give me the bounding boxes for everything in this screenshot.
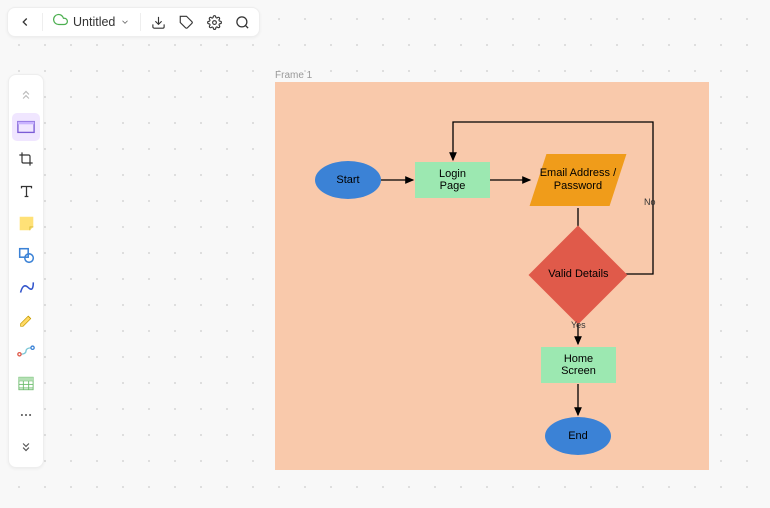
- node-valid-label: Valid Details: [548, 268, 608, 281]
- frame-tool[interactable]: [12, 113, 40, 141]
- tag-button[interactable]: [173, 10, 199, 34]
- flow-arrows: [275, 82, 709, 470]
- tool-panel: [8, 74, 44, 468]
- node-email-label: Email Address / Password: [538, 167, 618, 193]
- more-tools[interactable]: [12, 401, 40, 429]
- frame-label[interactable]: Frame 1: [275, 70, 312, 81]
- cloud-sync-icon: [53, 12, 68, 32]
- node-end[interactable]: End: [545, 417, 611, 455]
- node-end-label: End: [568, 430, 588, 442]
- node-start-label: Start: [336, 174, 359, 186]
- node-home-label: Home Screen: [553, 353, 604, 377]
- connector-tool[interactable]: [12, 337, 40, 365]
- curve-tool[interactable]: [12, 273, 40, 301]
- crop-tool[interactable]: [12, 145, 40, 173]
- node-valid-details[interactable]: Valid Details: [529, 226, 628, 325]
- download-button[interactable]: [145, 10, 171, 34]
- highlighter-tool[interactable]: [12, 305, 40, 333]
- search-button[interactable]: [229, 10, 255, 34]
- node-login-label: Login Page: [427, 168, 478, 192]
- text-tool[interactable]: [12, 177, 40, 205]
- node-start[interactable]: Start: [315, 161, 381, 199]
- table-tool[interactable]: [12, 369, 40, 397]
- shape-tool[interactable]: [12, 241, 40, 269]
- node-email-password[interactable]: Email Address / Password: [530, 154, 627, 206]
- collapse-up-icon[interactable]: [12, 81, 40, 109]
- document-title-dropdown[interactable]: Untitled: [47, 10, 136, 34]
- settings-button[interactable]: [201, 10, 227, 34]
- expand-down-icon[interactable]: [12, 433, 40, 461]
- back-button[interactable]: [12, 10, 38, 34]
- topbar: Untitled: [7, 7, 260, 37]
- node-home-screen[interactable]: Home Screen: [541, 347, 616, 383]
- edge-label-no: No: [644, 197, 656, 207]
- chevron-down-icon: [120, 17, 130, 27]
- edge-label-yes: Yes: [571, 320, 586, 330]
- document-name: Untitled: [73, 15, 115, 29]
- sticky-note-tool[interactable]: [12, 209, 40, 237]
- node-login-page[interactable]: Login Page: [415, 162, 490, 198]
- frame-canvas[interactable]: Start Login Page Email Address / Passwor…: [275, 82, 709, 470]
